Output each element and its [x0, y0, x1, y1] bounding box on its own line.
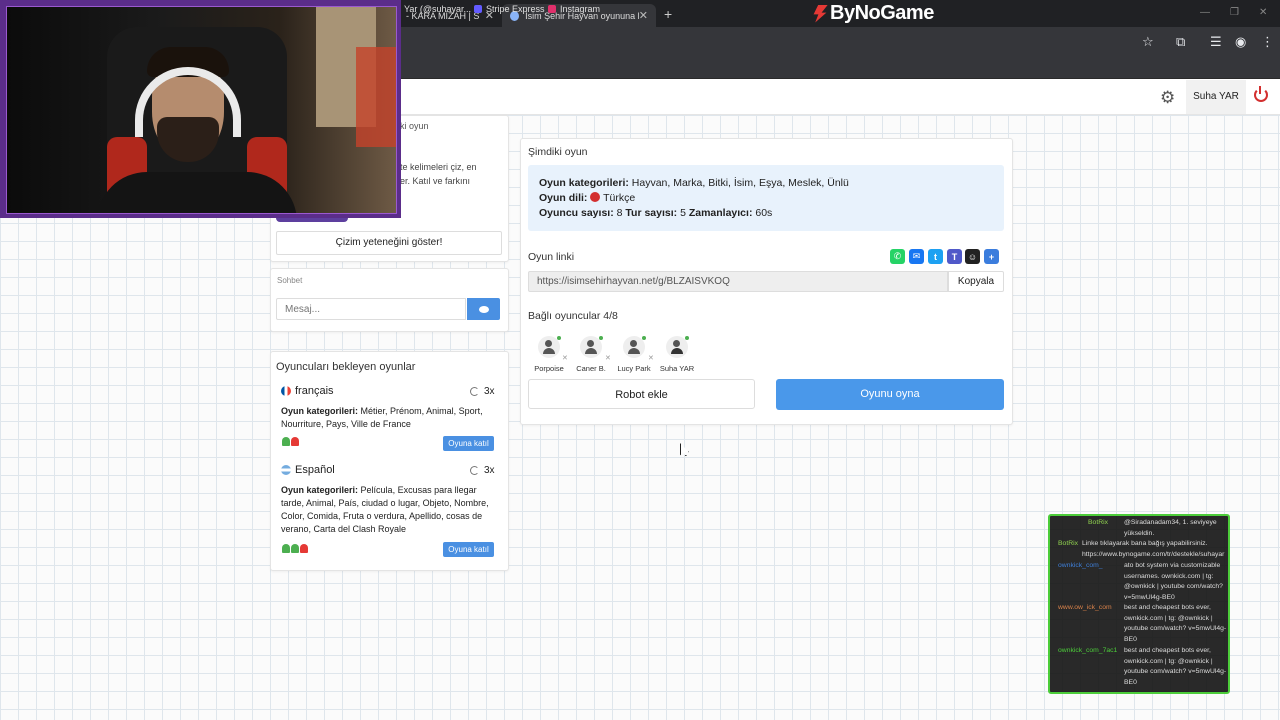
- rounds-icon: [470, 387, 479, 396]
- send-message-button[interactable]: [467, 298, 500, 320]
- bynogame-logo: ByNoGame: [812, 2, 934, 25]
- player-icon: [291, 437, 299, 446]
- more-share-icon[interactable]: +: [984, 249, 999, 264]
- promo-text: te kelimeleri çiz, en er. Katıl ve farkı…: [400, 162, 477, 186]
- messenger-icon[interactable]: ✉: [909, 249, 924, 264]
- chat-label: Sohbet: [277, 276, 303, 285]
- gear-icon[interactable]: ⚙: [1160, 88, 1175, 108]
- game-link-label: Oyun linki: [528, 251, 575, 263]
- player-suha: Suha YAR: [657, 336, 697, 373]
- france-flag-icon: [281, 386, 291, 396]
- game-rounds: 3x: [470, 465, 495, 476]
- connected-players-label: Bağlı oyuncular 4/8: [528, 310, 618, 322]
- stripe-icon: [474, 5, 482, 13]
- menu-icon[interactable]: ⋮: [1261, 34, 1274, 50]
- logout-icon[interactable]: [1254, 86, 1268, 102]
- draw-challenge-button[interactable]: Çizim yeteneğini göster!: [276, 231, 502, 255]
- bookmark-star-icon[interactable]: ☆: [1142, 34, 1154, 50]
- copy-link-button[interactable]: Kopyala: [948, 271, 1004, 292]
- player-icon: [282, 544, 290, 553]
- kick-player-icon[interactable]: ✕: [648, 354, 654, 362]
- twitter-icon[interactable]: t: [928, 249, 943, 264]
- join-game-button[interactable]: Oyuna katıl: [443, 436, 494, 451]
- game-categories: Oyun kategorileri: Película, Excusas par…: [281, 485, 489, 534]
- user-icon: [538, 336, 561, 358]
- teams-icon[interactable]: T: [947, 249, 962, 264]
- game-rounds: 3x: [470, 386, 495, 397]
- bookmark-item[interactable]: Instagram: [548, 4, 600, 14]
- game-language: français: [281, 385, 334, 397]
- player-icon: [291, 544, 299, 553]
- minimize-icon[interactable]: —: [1200, 7, 1210, 18]
- game-categories: Oyun kategorileri: Hayvan, Marka, Bitki,…: [539, 177, 849, 189]
- extensions-icon[interactable]: ⧉: [1176, 34, 1185, 50]
- new-tab-button[interactable]: +: [664, 6, 672, 22]
- previous-game-title: ki oyun: [400, 121, 429, 131]
- user-name[interactable]: Suha YAR: [1186, 80, 1246, 114]
- instagram-icon: [548, 5, 556, 13]
- game-settings: Oyuncu sayısı: 8 Tur sayısı: 5 Zamanlayı…: [539, 207, 773, 219]
- maximize-icon[interactable]: ❐: [1230, 7, 1239, 18]
- turkey-flag-icon: [590, 192, 601, 202]
- rounds-icon: [470, 466, 479, 475]
- waiting-games-title: Oyuncuları bekleyen oyunlar: [276, 361, 416, 373]
- game-categories: Oyun kategorileri: Métier, Prénom, Anima…: [281, 406, 483, 429]
- webcam-video: [6, 6, 397, 214]
- media-icon[interactable]: ☰: [1210, 34, 1222, 50]
- chat-bubble-icon: [478, 305, 489, 313]
- game-language: Oyun dili: Türkçe: [539, 192, 636, 204]
- close-tab-icon[interactable]: ✕: [639, 9, 648, 22]
- bookmark-item[interactable]: Stripe Express: [474, 4, 545, 14]
- host-user-icon: [666, 336, 689, 358]
- webcam-overlay: [0, 0, 401, 218]
- stream-chat-overlay: BotRix @Siradanadam34, 1. seviyeye yükse…: [1048, 514, 1230, 694]
- whatsapp-icon[interactable]: ✆: [890, 249, 905, 264]
- profile-icon[interactable]: ◉: [1235, 34, 1246, 50]
- current-game-title: Şimdiki oyun: [528, 146, 588, 158]
- player-icon: [282, 437, 290, 446]
- chat-message-input[interactable]: [276, 298, 466, 320]
- waiting-players: [282, 544, 308, 553]
- argentina-flag-icon: [281, 465, 291, 475]
- waiting-games-card: [270, 351, 509, 571]
- player-icon: [300, 544, 308, 553]
- user-icon: [623, 336, 646, 358]
- bookmark-item[interactable]: Yar (@suhayar...: [404, 4, 471, 14]
- kick-player-icon[interactable]: ✕: [562, 354, 568, 362]
- add-robot-button[interactable]: Robot ekle: [528, 379, 755, 409]
- game-link-field[interactable]: https://isimsehirhayvan.net/g/BLZAISVKOQ: [528, 271, 948, 292]
- user-icon: [580, 336, 603, 358]
- snapchat-icon[interactable]: ☺: [965, 249, 980, 264]
- game-language: Español: [281, 464, 335, 476]
- kick-player-icon[interactable]: ✕: [605, 354, 611, 362]
- play-game-button[interactable]: Oyunu oyna: [776, 379, 1004, 410]
- join-game-button[interactable]: Oyuna katıl: [443, 542, 494, 557]
- close-window-icon[interactable]: ✕: [1259, 7, 1267, 18]
- waiting-players: [282, 437, 299, 446]
